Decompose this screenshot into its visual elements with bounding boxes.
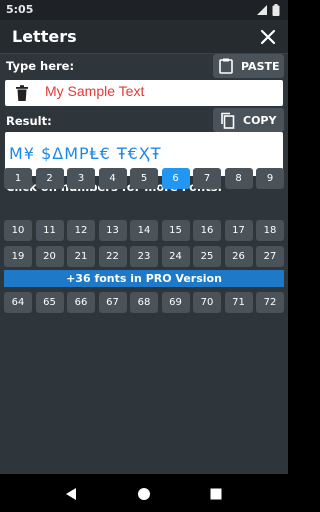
font-button[interactable]: 27 (256, 246, 284, 267)
paste-button[interactable]: PASTE (213, 54, 284, 78)
font-button[interactable]: 26 (224, 246, 253, 267)
font-button[interactable]: 25 (193, 246, 221, 267)
input-label: Type here: (6, 59, 75, 73)
recents-button[interactable] (209, 486, 223, 500)
font-button[interactable]: 8 (224, 168, 253, 189)
battery-icon (272, 4, 280, 16)
font-button[interactable]: 17 (224, 220, 253, 241)
font-button[interactable]: 24 (161, 246, 190, 267)
navigation-bar (0, 474, 288, 512)
font-button[interactable]: 12 (67, 220, 95, 241)
font-button[interactable]: 13 (98, 220, 127, 241)
font-button[interactable]: 64 (4, 292, 32, 313)
home-icon (138, 488, 150, 500)
paste-label: PASTE (241, 59, 280, 73)
font-button[interactable]: 20 (35, 246, 64, 267)
font-button[interactable]: 68 (130, 292, 158, 313)
home-button[interactable] (137, 486, 151, 500)
recents-icon (210, 488, 222, 500)
font-button[interactable]: 70 (193, 292, 221, 313)
font-button[interactable]: 67 (98, 292, 127, 313)
font-button[interactable]: 15 (161, 220, 190, 241)
font-button[interactable]: 14 (130, 220, 158, 241)
wifi-icon (257, 5, 267, 15)
copy-icon (221, 112, 235, 129)
result-label: Result: (6, 114, 52, 128)
text-input-box[interactable]: My Sample Text (5, 80, 283, 106)
font-button[interactable]: 11 (35, 220, 64, 241)
copy-label: COPY (243, 113, 277, 127)
font-button-selected[interactable]: 6 (161, 168, 190, 189)
font-button[interactable]: 5 (130, 168, 158, 189)
font-button[interactable]: 66 (67, 292, 95, 313)
app-content: Letters Type here: PASTE My Sample Text … (0, 20, 288, 474)
back-button[interactable] (64, 486, 78, 500)
font-grid-row-4: 64 65 66 67 68 69 70 71 72 (4, 292, 284, 313)
font-button[interactable]: 3 (67, 168, 95, 189)
font-grid-row-2: 10 11 12 13 14 15 16 17 18 (4, 220, 284, 241)
font-button[interactable]: 16 (193, 220, 221, 241)
font-button[interactable]: 4 (98, 168, 127, 189)
clear-button[interactable] (13, 84, 31, 102)
trash-icon (16, 85, 28, 101)
font-button[interactable]: 23 (130, 246, 158, 267)
font-button[interactable]: 65 (35, 292, 64, 313)
app-title: Letters (12, 27, 77, 46)
font-grid-row-3: 19 20 21 22 23 24 25 26 27 (4, 246, 284, 267)
font-button[interactable]: 1 (4, 168, 32, 189)
font-button[interactable]: 10 (4, 220, 32, 241)
font-button[interactable]: 2 (35, 168, 64, 189)
font-button[interactable]: 69 (161, 292, 190, 313)
font-grid-row-1: 1 2 3 4 5 6 7 8 9 (4, 168, 284, 189)
back-icon (66, 488, 76, 500)
app-bar: Letters (0, 20, 288, 54)
font-button[interactable]: 72 (256, 292, 284, 313)
font-button[interactable]: 71 (224, 292, 253, 313)
close-button[interactable] (256, 25, 280, 49)
close-icon (260, 29, 276, 45)
font-button[interactable]: 21 (67, 246, 95, 267)
status-time: 5:05 (6, 3, 34, 16)
font-button[interactable]: 22 (98, 246, 127, 267)
font-button[interactable]: 18 (256, 220, 284, 241)
font-button[interactable]: 9 (256, 168, 284, 189)
status-icons (256, 4, 282, 16)
result-text: M¥ $ΔMPⱠ€ Ŧ€ҲŦ (9, 144, 162, 163)
font-button[interactable]: 19 (4, 246, 32, 267)
paste-icon (219, 58, 233, 74)
text-input[interactable]: My Sample Text (45, 83, 144, 99)
copy-button[interactable]: COPY (213, 108, 284, 132)
pro-version-banner[interactable]: +36 fonts in PRO Version (4, 270, 284, 287)
font-button[interactable]: 7 (193, 168, 221, 189)
status-bar: 5:05 (0, 0, 288, 20)
